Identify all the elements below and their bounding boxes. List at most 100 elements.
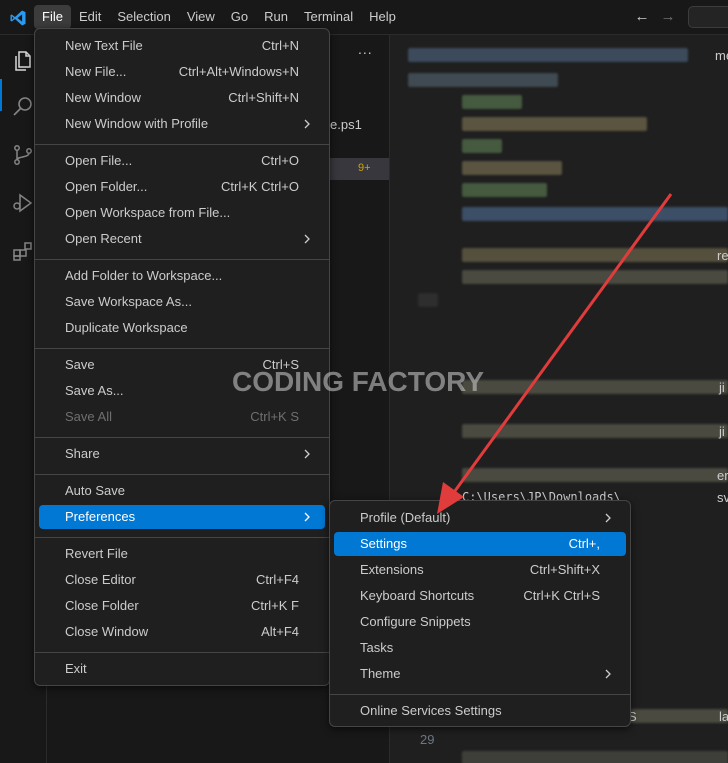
command-center-search[interactable] — [688, 6, 728, 28]
chevron-right-icon — [304, 449, 310, 459]
menu-item-label: Save Workspace As... — [65, 294, 192, 309]
blurred-code — [462, 183, 547, 197]
menu-item-close-editor[interactable]: Close Editor Ctrl+F4 — [39, 568, 325, 592]
menu-run[interactable]: Run — [256, 5, 296, 29]
menu-item-open-folder[interactable]: Open Folder... Ctrl+K Ctrl+O — [39, 175, 325, 199]
menu-item-online-services-settings[interactable]: Online Services Settings — [334, 699, 626, 723]
menu-item-new-text-file[interactable]: New Text File Ctrl+N — [39, 34, 325, 58]
menu-selection[interactable]: Selection — [109, 5, 178, 29]
menu-view[interactable]: View — [179, 5, 223, 29]
blurred-code — [462, 380, 728, 394]
menu-item-open-recent[interactable]: Open Recent — [39, 227, 325, 251]
menu-item-close-folder[interactable]: Close Folder Ctrl+K F — [39, 594, 325, 618]
menu-edit[interactable]: Edit — [71, 5, 109, 29]
menu-file[interactable]: File — [34, 5, 71, 29]
menu-item-open-workspace-from-file[interactable]: Open Workspace from File... — [39, 201, 325, 225]
vscode-logo-icon — [10, 10, 26, 26]
menu-item-new-window-with-profile[interactable]: New Window with Profile — [39, 112, 325, 136]
menu-help[interactable]: Help — [361, 5, 404, 29]
code-edge-text: er — [717, 468, 728, 483]
menu-item-label: Extensions — [360, 562, 424, 577]
menu-item-label: New Window with Profile — [65, 116, 209, 131]
code-edge-text: me — [715, 48, 728, 63]
menu-item-settings[interactable]: Settings Ctrl+, — [334, 532, 626, 556]
chevron-right-icon — [605, 513, 611, 523]
menu-item-new-file[interactable]: New File... Ctrl+Alt+Windows+N — [39, 60, 325, 84]
menu-item-label: Open Folder... — [65, 179, 148, 194]
menu-item-revert-file[interactable]: Revert File — [39, 542, 325, 566]
menu-item-label: Open File... — [65, 153, 133, 168]
menu-item-label: Settings — [360, 536, 407, 551]
menu-item-label: Theme — [360, 666, 401, 681]
menu-item-label: Duplicate Workspace — [65, 320, 188, 335]
explorer-icon[interactable] — [11, 49, 35, 73]
blurred-code — [462, 207, 728, 221]
preferences-submenu: Profile (Default) Settings Ctrl+, Extension… — [329, 500, 631, 727]
menu-item-extensions[interactable]: Extensions Ctrl+Shift+X — [334, 558, 626, 582]
menu-item-label: Tasks — [360, 640, 394, 655]
explorer-file-item[interactable]: e.ps1 — [330, 117, 362, 132]
code-edge-text: ji — [719, 424, 725, 439]
menu-item-duplicate-workspace[interactable]: Duplicate Workspace — [39, 316, 325, 340]
menu-item-label: Preferences — [65, 509, 136, 524]
menu-item-label: Auto Save — [65, 483, 125, 498]
more-actions-icon[interactable]: ... — [358, 41, 373, 57]
blurred-code — [462, 270, 728, 284]
menu-item-save-all: Save All Ctrl+K S — [39, 405, 325, 429]
source-control-icon[interactable] — [11, 143, 35, 167]
menu-item-label: New Text File — [65, 38, 143, 53]
run-debug-icon[interactable] — [11, 191, 35, 215]
extensions-icon[interactable] — [11, 239, 35, 263]
menu-item-tasks[interactable]: Tasks — [334, 636, 626, 660]
menu-item-theme[interactable]: Theme — [334, 662, 626, 686]
shortcut-label: Ctrl+K F — [250, 598, 299, 613]
menu-separator — [35, 437, 329, 438]
shortcut-label: Ctrl+N — [261, 38, 299, 53]
menu-item-share[interactable]: Share — [39, 442, 325, 466]
menu-item-label: Close Folder — [65, 598, 139, 613]
menu-item-new-window[interactable]: New Window Ctrl+Shift+N — [39, 86, 325, 110]
forward-arrow-icon[interactable]: → — [660, 9, 676, 25]
blurred-code — [408, 73, 558, 87]
line-number: 29 — [420, 732, 435, 747]
code-edge-text: ji — [719, 380, 725, 395]
menu-separator — [35, 652, 329, 653]
menu-item-label: Save — [65, 357, 95, 372]
menu-separator — [35, 144, 329, 145]
menu-separator — [35, 259, 329, 260]
menu-go[interactable]: Go — [223, 5, 256, 29]
menu-item-exit[interactable]: Exit — [39, 657, 325, 681]
blurred-code — [462, 117, 647, 131]
shortcut-label: Ctrl+K Ctrl+O — [220, 179, 299, 194]
menu-terminal[interactable]: Terminal — [296, 5, 361, 29]
menu-item-label: Revert File — [65, 546, 128, 561]
menu-item-label: Save All — [65, 409, 112, 424]
menu-item-open-file[interactable]: Open File... Ctrl+O — [39, 149, 325, 173]
search-icon[interactable] — [11, 95, 35, 119]
menu-separator — [35, 537, 329, 538]
watermark: CODING FACTORY — [232, 366, 485, 397]
menu-item-profile-default[interactable]: Profile (Default) — [334, 506, 626, 530]
menu-separator — [35, 474, 329, 475]
shortcut-label: Alt+F4 — [261, 624, 299, 639]
menu-item-add-folder-to-workspace[interactable]: Add Folder to Workspace... — [39, 264, 325, 288]
back-arrow-icon[interactable]: ← — [634, 9, 650, 25]
blurred-code — [462, 95, 522, 109]
menu-item-label: Open Recent — [65, 231, 142, 246]
blurred-code — [418, 293, 438, 307]
shortcut-label: Ctrl+K S — [250, 409, 299, 424]
menu-item-save-workspace-as[interactable]: Save Workspace As... — [39, 290, 325, 314]
chevron-right-icon — [605, 669, 611, 679]
menu-item-close-window[interactable]: Close Window Alt+F4 — [39, 620, 325, 644]
menu-item-preferences[interactable]: Preferences — [39, 505, 325, 529]
blurred-code — [462, 139, 502, 153]
menu-item-label: Open Workspace from File... — [65, 205, 231, 220]
menu-item-label: Save As... — [65, 383, 124, 398]
menu-item-configure-snippets[interactable]: Configure Snippets — [334, 610, 626, 634]
menu-bar: File Edit Selection View Go Run Terminal Help — [34, 5, 404, 29]
menu-item-auto-save[interactable]: Auto Save — [39, 479, 325, 503]
blurred-code — [462, 161, 562, 175]
code-edge-text: sv — [717, 490, 728, 505]
chevron-right-icon — [304, 119, 310, 129]
menu-item-keyboard-shortcuts[interactable]: Keyboard Shortcuts Ctrl+K Ctrl+S — [334, 584, 626, 608]
